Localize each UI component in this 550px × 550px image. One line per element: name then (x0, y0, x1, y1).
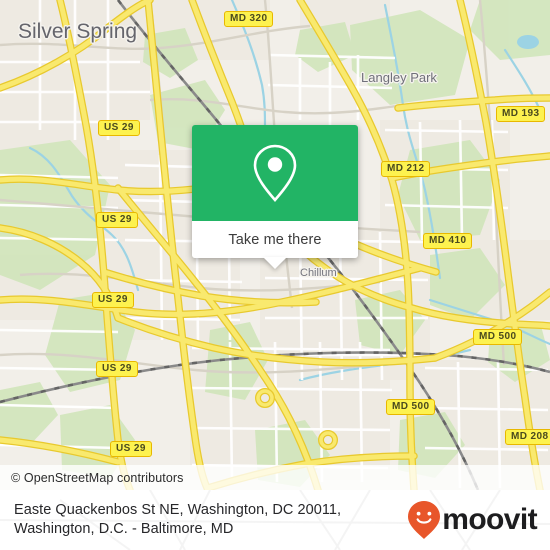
popup-pointer-tail (263, 257, 287, 269)
road-shield-md-212-2: MD 212 (381, 161, 431, 177)
attribution-text: © OpenStreetMap contributors (11, 470, 184, 485)
footer-address-line-2: Washington, D.C. - Baltimore, MD (14, 521, 234, 537)
road-shield-md-320-0: MD 320 (224, 11, 274, 27)
map-screenshot: Silver Spring Langley Park Chillum MD 32… (0, 0, 550, 550)
map-attribution-bar: © OpenStreetMap contributors (0, 465, 550, 490)
moovit-logo[interactable]: moovit (408, 501, 538, 539)
road-shield-md-410-3: MD 410 (423, 233, 473, 249)
road-shield-md-193-1: MD 193 (496, 106, 546, 122)
road-shield-md-208-6: MD 208 (505, 429, 550, 445)
location-popup-card[interactable]: Take me there (192, 125, 358, 269)
place-label-langley-park: Langley Park (361, 70, 437, 85)
popup-image-placeholder (192, 125, 358, 221)
footer-address: Easte Quackenbos St NE, Washington, DC 2… (0, 501, 400, 539)
map-canvas[interactable]: Silver Spring Langley Park Chillum MD 32… (0, 0, 550, 490)
road-shield-us-29-8: US 29 (96, 212, 138, 228)
footer-bar: Easte Quackenbos St NE, Washington, DC 2… (0, 490, 550, 550)
road-shield-md-500-4: MD 500 (473, 329, 523, 345)
moovit-wordmark: moovit (442, 503, 537, 536)
popup-footer[interactable]: Take me there (192, 221, 358, 269)
take-me-there-button[interactable]: Take me there (228, 232, 321, 248)
map-pin-icon (253, 144, 297, 202)
footer-address-line-1: Easte Quackenbos St NE, Washington, DC 2… (14, 502, 342, 518)
place-label-chillum: Chillum (300, 267, 337, 279)
road-shield-us-29-7: US 29 (98, 120, 140, 136)
road-shield-us-29-10: US 29 (96, 361, 138, 377)
road-shield-md-500-5: MD 500 (386, 399, 436, 415)
road-shield-us-29-9: US 29 (92, 292, 134, 308)
place-label-silver-spring: Silver Spring (18, 20, 138, 43)
road-shield-us-29-11: US 29 (110, 441, 152, 457)
moovit-smiley-pin-icon (408, 501, 441, 539)
